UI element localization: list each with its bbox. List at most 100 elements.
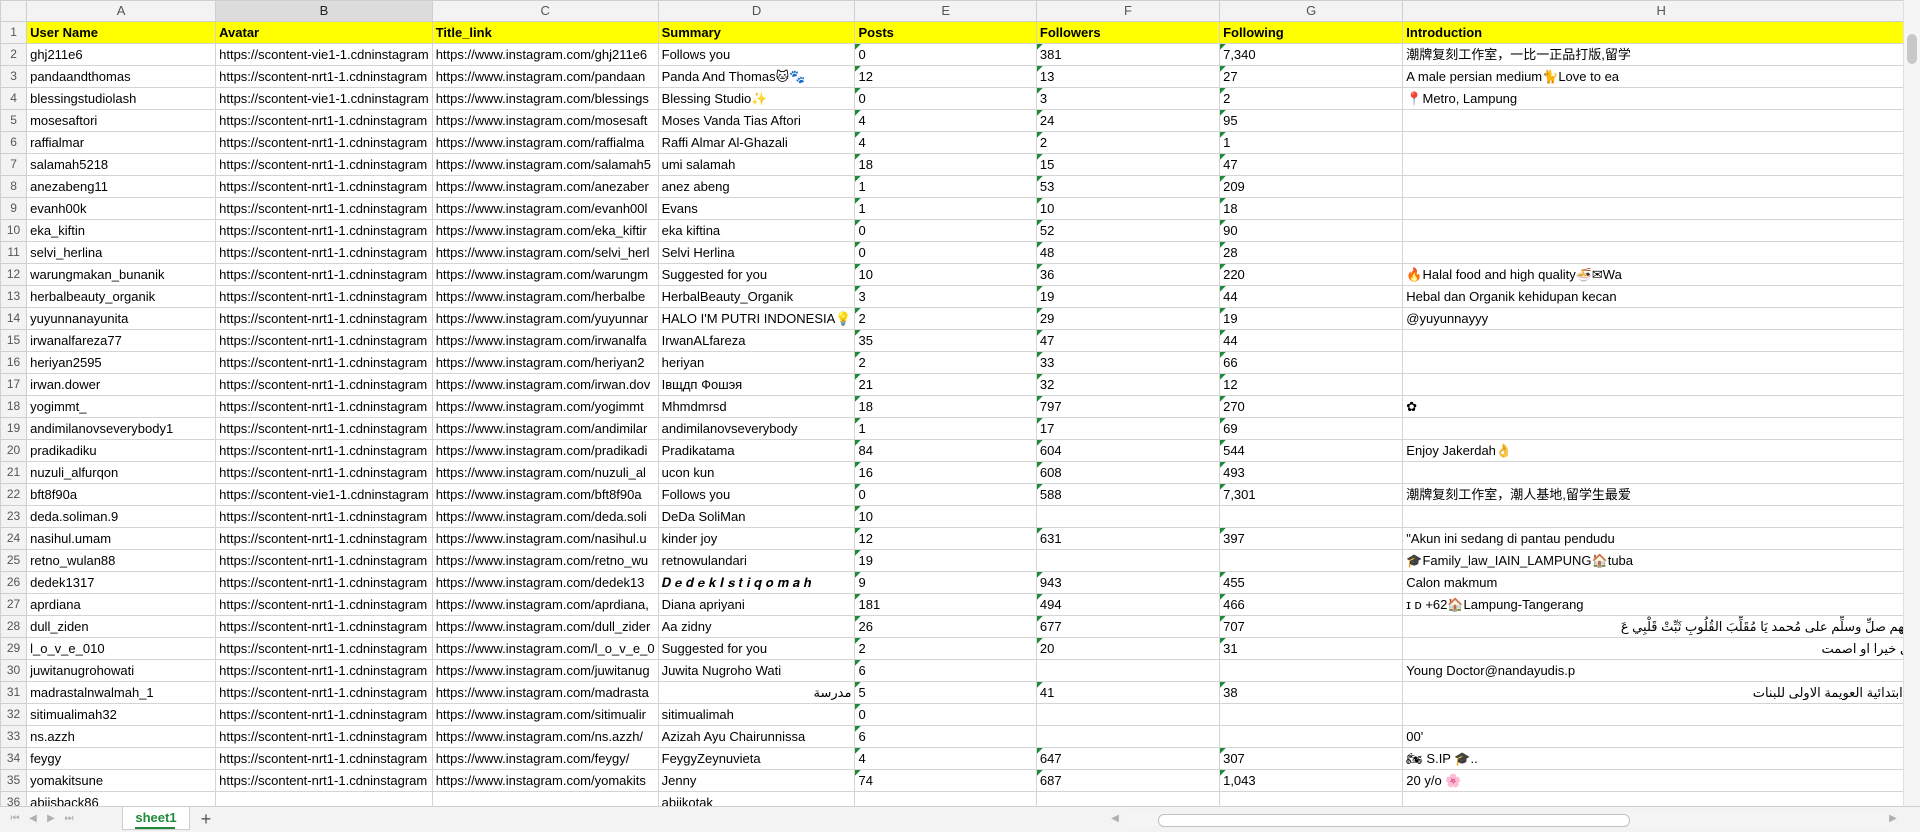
cell[interactable]: FeygyZeynuvieta bbox=[657, 747, 856, 770]
cell[interactable]: 307 bbox=[1219, 747, 1404, 770]
cell[interactable]: Івщдп Фошэя bbox=[657, 373, 856, 396]
cell[interactable]: https://www.instagram.com/salamah5 bbox=[431, 153, 659, 176]
cell[interactable]: 41 bbox=[1035, 681, 1221, 704]
cell[interactable]: https://www.instagram.com/aprdiana, bbox=[431, 593, 659, 616]
vertical-scroll-thumb[interactable] bbox=[1907, 34, 1917, 64]
cell[interactable]: https://www.instagram.com/nasihul.u bbox=[431, 527, 659, 550]
cell[interactable]: https://scontent-nrt1-1.cdninstagram bbox=[215, 307, 433, 330]
cell[interactable]: 16 bbox=[854, 461, 1037, 484]
cell[interactable]: 潮牌复刻工作室，一比一正品打版,留学 bbox=[1402, 43, 1920, 66]
cell[interactable]: 1 bbox=[854, 175, 1037, 198]
cell[interactable]: 0 bbox=[854, 483, 1037, 506]
cell[interactable]: heriyan bbox=[657, 351, 856, 374]
cell[interactable]: https://scontent-vie1-1.cdninstagram bbox=[215, 43, 433, 66]
last-sheet-icon[interactable]: ⏭ bbox=[62, 811, 76, 827]
select-all-corner[interactable] bbox=[0, 0, 28, 22]
cell[interactable]: https://www.instagram.com/anezaber bbox=[431, 175, 659, 198]
cell[interactable]: 📍Metro, Lampung bbox=[1402, 87, 1920, 110]
cell[interactable]: 🎓Family_law_IAIN_LAMPUNG🏠tuba bbox=[1402, 549, 1920, 572]
cell[interactable]: 10 bbox=[1035, 197, 1221, 220]
cell[interactable]: 2 bbox=[854, 351, 1037, 374]
row-number[interactable]: 25 bbox=[0, 549, 28, 572]
cell[interactable]: https://www.instagram.com/juwitanug bbox=[431, 659, 659, 682]
cell[interactable]: 36 bbox=[1035, 263, 1221, 286]
cell[interactable]: ☺ابتدائية العويمة الاولى للبنات bbox=[1402, 681, 1920, 704]
column-header-g[interactable]: G bbox=[1219, 0, 1404, 22]
vertical-scrollbar[interactable] bbox=[1903, 0, 1920, 806]
cell[interactable]: https://www.instagram.com/pradikadi bbox=[431, 439, 659, 462]
cell[interactable]: https://scontent-nrt1-1.cdninstagram bbox=[215, 351, 433, 374]
cell[interactable]: https://www.instagram.com/ns.azzh/ bbox=[431, 725, 659, 748]
row-number[interactable]: 33 bbox=[0, 725, 28, 748]
cell[interactable] bbox=[1402, 417, 1920, 440]
cell[interactable] bbox=[1402, 153, 1920, 176]
cell[interactable]: 1 bbox=[854, 197, 1037, 220]
cell[interactable]: https://scontent-nrt1-1.cdninstagram bbox=[215, 747, 433, 770]
cell[interactable] bbox=[1219, 505, 1404, 528]
cell[interactable] bbox=[1219, 725, 1404, 748]
column-header-b[interactable]: B bbox=[215, 0, 433, 22]
cell[interactable]: 47 bbox=[1035, 329, 1221, 352]
cell[interactable]: https://www.instagram.com/irwan.dov bbox=[431, 373, 659, 396]
cell[interactable]: https://scontent-nrt1-1.cdninstagram bbox=[215, 461, 433, 484]
row-number[interactable]: 2 bbox=[0, 43, 28, 66]
scroll-left-icon[interactable]: ◀ bbox=[1108, 811, 1122, 827]
cell[interactable]: 33 bbox=[1035, 351, 1221, 374]
horizontal-scrollbar[interactable] bbox=[1128, 813, 1892, 827]
cell[interactable]: 604 bbox=[1035, 439, 1221, 462]
cell[interactable] bbox=[1402, 197, 1920, 220]
row-number[interactable]: 3 bbox=[0, 65, 28, 88]
cell[interactable]: 44 bbox=[1219, 285, 1404, 308]
row-number[interactable]: 6 bbox=[0, 131, 28, 154]
cell[interactable]: https://www.instagram.com/eka_kiftir bbox=[431, 219, 659, 242]
cell[interactable]: 588 bbox=[1035, 483, 1221, 506]
cell[interactable] bbox=[1402, 109, 1920, 132]
cell[interactable]: https://scontent-vie1-1.cdninstagram bbox=[215, 483, 433, 506]
cell[interactable]: 647 bbox=[1035, 747, 1221, 770]
column-header-e[interactable]: E bbox=[854, 0, 1037, 22]
cell[interactable]: 943 bbox=[1035, 571, 1221, 594]
cell[interactable]: https://www.instagram.com/pandaan bbox=[431, 65, 659, 88]
cell[interactable]: Evans bbox=[657, 197, 856, 220]
cell[interactable]: https://scontent-nrt1-1.cdninstagram bbox=[215, 153, 433, 176]
cell[interactable]: https://scontent-nrt1-1.cdninstagram bbox=[215, 417, 433, 440]
cell[interactable]: 28 bbox=[1219, 241, 1404, 264]
cell[interactable]: https://scontent-nrt1-1.cdninstagram bbox=[215, 527, 433, 550]
horizontal-scroll-thumb[interactable] bbox=[1158, 814, 1630, 827]
column-header-a[interactable]: A bbox=[26, 0, 217, 22]
cell[interactable]: https://www.instagram.com/yogimmt bbox=[431, 395, 659, 418]
cell[interactable]: https://www.instagram.com/sitimualir bbox=[431, 703, 659, 726]
cell[interactable]: 66 bbox=[1219, 351, 1404, 374]
cell[interactable]: 797 bbox=[1035, 395, 1221, 418]
cell[interactable]: bft8f90a bbox=[26, 483, 217, 506]
cell[interactable]: 494 bbox=[1035, 593, 1221, 616]
row-number[interactable]: 31 bbox=[0, 681, 28, 704]
row-number[interactable]: 12 bbox=[0, 263, 28, 286]
cell[interactable]: blessingstudiolash bbox=[26, 87, 217, 110]
row-number[interactable]: 14 bbox=[0, 307, 28, 330]
cell[interactable]: اللهم صلِّ وسلِّم على مُحمد يَا مُقَلِّب… bbox=[1402, 615, 1920, 638]
cell[interactable]: 18 bbox=[854, 395, 1037, 418]
row-number[interactable]: 15 bbox=[0, 329, 28, 352]
cell[interactable]: 707 bbox=[1219, 615, 1404, 638]
cell[interactable]: warungmakan_bunanik bbox=[26, 263, 217, 286]
cell[interactable]: https://scontent-nrt1-1.cdninstagram bbox=[215, 659, 433, 682]
cell[interactable]: https://scontent-vie1-1.cdninstagram bbox=[215, 87, 433, 110]
cell[interactable]: 4 bbox=[854, 131, 1037, 154]
cell[interactable]: nuzuli_alfurqon bbox=[26, 461, 217, 484]
cell[interactable]: ns.azzh bbox=[26, 725, 217, 748]
cell[interactable]: 181 bbox=[854, 593, 1037, 616]
next-sheet-icon[interactable]: ▶ bbox=[44, 811, 58, 827]
cell[interactable]: yogimmt_ bbox=[26, 395, 217, 418]
cell[interactable]: 27 bbox=[1219, 65, 1404, 88]
cell[interactable]: Mhmdmrsd bbox=[657, 395, 856, 418]
cell[interactable]: 5 bbox=[854, 681, 1037, 704]
cell[interactable]: https://scontent-nrt1-1.cdninstagram bbox=[215, 219, 433, 242]
cell[interactable]: 7,340 bbox=[1219, 43, 1404, 66]
cell[interactable]: https://www.instagram.com/evanh00l bbox=[431, 197, 659, 220]
cell[interactable]: salamah5218 bbox=[26, 153, 217, 176]
cell[interactable]: mosesaftori bbox=[26, 109, 217, 132]
cell[interactable]: umi salamah bbox=[657, 153, 856, 176]
cell[interactable]: 20 y/o 🌸 bbox=[1402, 769, 1920, 792]
cell[interactable]: dedek1317 bbox=[26, 571, 217, 594]
